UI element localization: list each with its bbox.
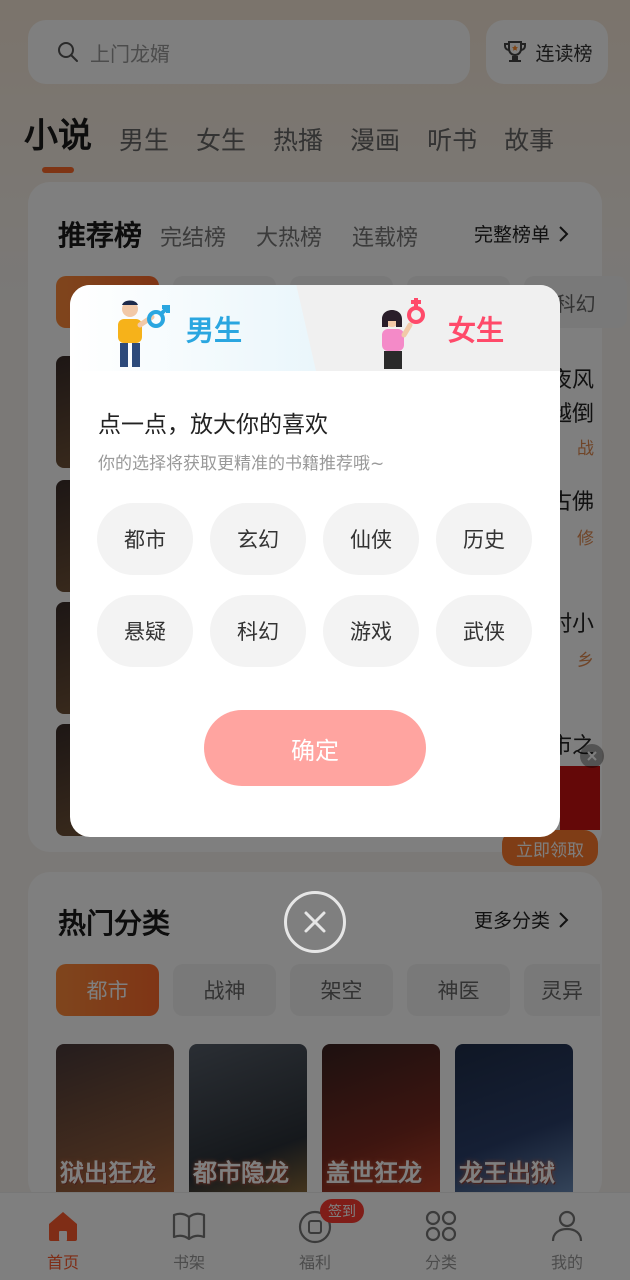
genre-tag-game[interactable]: 游戏 [323, 595, 419, 667]
male-tab-label: 男生 [186, 314, 243, 347]
modal-heading: 点一点，放大你的喜欢 [98, 412, 328, 438]
modal-subheading: 你的选择将获取更精准的书籍推荐哦~ [98, 454, 385, 474]
female-tab-label: 女生 [448, 314, 505, 347]
gender-tabs: 男生 女生 [70, 285, 560, 371]
genre-tag-history[interactable]: 历史 [436, 503, 532, 575]
genre-tag-fantasy[interactable]: 玄幻 [210, 503, 306, 575]
genre-tag-xianxia[interactable]: 仙侠 [323, 503, 419, 575]
genre-tag-mystery[interactable]: 悬疑 [97, 595, 193, 667]
male-figure-icon [118, 300, 170, 367]
genre-tag-wuxia[interactable]: 武侠 [436, 595, 532, 667]
genre-tag-grid: 都市 玄幻 仙侠 历史 悬疑 科幻 游戏 武侠 [97, 503, 532, 667]
genre-tag-urban[interactable]: 都市 [97, 503, 193, 575]
close-icon [304, 911, 326, 933]
modal-close-button[interactable] [284, 891, 346, 953]
female-figure-icon [382, 298, 425, 369]
confirm-button[interactable]: 确定 [204, 710, 426, 786]
preference-modal: 男生 女生 点一点，放大你的喜欢 你的选择将获取更精准的书籍推荐哦~ 都市 玄幻… [70, 285, 560, 837]
gender-tab-male[interactable]: 男生 [70, 285, 316, 371]
genre-tag-scifi[interactable]: 科幻 [210, 595, 306, 667]
